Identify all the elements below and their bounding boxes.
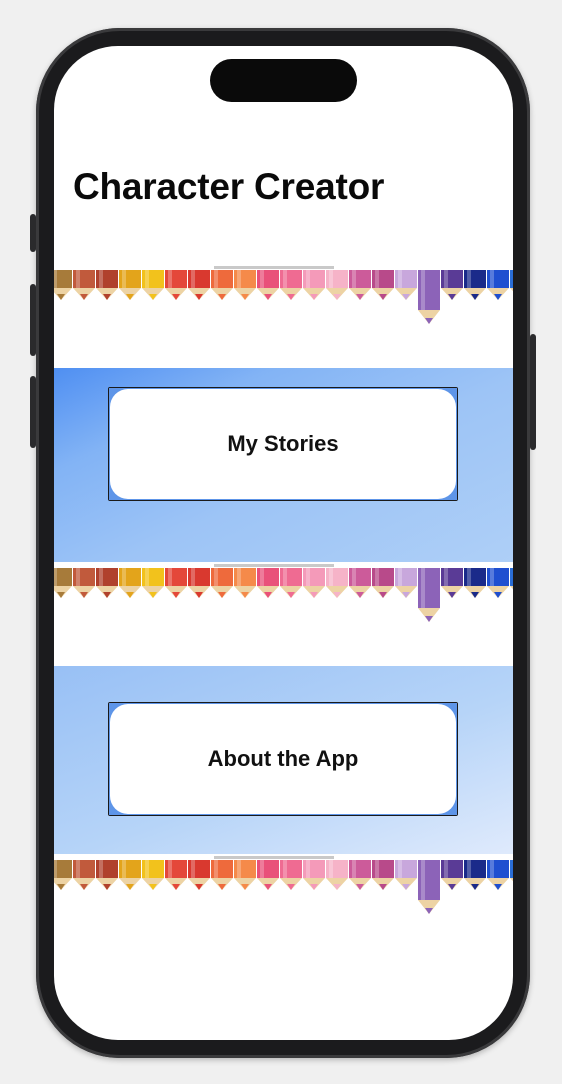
about-app-label: About the App	[207, 746, 359, 771]
pencil	[142, 568, 164, 598]
pencil	[372, 270, 394, 300]
pencil	[487, 860, 509, 890]
pencil	[257, 568, 279, 598]
pencil	[54, 860, 72, 890]
pencil	[188, 860, 210, 890]
about-app-button[interactable]: About the App	[108, 702, 458, 816]
pencil	[326, 270, 348, 300]
watermark-strip	[214, 564, 334, 567]
pencil	[234, 860, 256, 890]
pencil	[418, 860, 440, 914]
action-button	[30, 214, 36, 252]
dynamic-island	[210, 59, 357, 102]
pencil	[510, 860, 513, 882]
pencil	[119, 270, 141, 300]
power-button	[530, 334, 536, 450]
pencil	[441, 568, 463, 598]
volume-up-button	[30, 284, 36, 356]
pencil	[188, 270, 210, 300]
pencil-banner	[54, 856, 513, 934]
pencil	[257, 270, 279, 300]
pencil	[188, 568, 210, 598]
pencil	[280, 270, 302, 300]
pencil	[119, 860, 141, 890]
pencil	[349, 270, 371, 300]
pencil	[510, 270, 513, 292]
pencils-image	[54, 266, 513, 324]
pencil	[54, 270, 72, 300]
pencil	[441, 860, 463, 890]
pencil	[464, 568, 486, 598]
pencil	[395, 568, 417, 598]
pencil	[165, 270, 187, 300]
pencil	[418, 568, 440, 622]
volume-down-button	[30, 376, 36, 448]
pencil	[441, 270, 463, 300]
pencil-banner	[54, 266, 513, 344]
pencil-banner	[54, 564, 513, 642]
pencil	[119, 568, 141, 598]
pencil	[73, 860, 95, 890]
pencil	[257, 860, 279, 890]
pencil	[349, 860, 371, 890]
pencil	[234, 568, 256, 598]
app-screen: Character Creator My Stories About the A…	[54, 46, 513, 1040]
pencil	[54, 568, 72, 598]
pencil	[234, 270, 256, 300]
pencil	[73, 270, 95, 300]
pencil	[395, 860, 417, 890]
pencil	[211, 860, 233, 890]
pencil	[510, 568, 513, 590]
pencil	[142, 270, 164, 300]
pencil	[280, 860, 302, 890]
pencil	[418, 270, 440, 324]
pencil	[303, 860, 325, 890]
my-stories-label: My Stories	[227, 431, 339, 456]
pencil	[395, 270, 417, 300]
about-section: About the App	[54, 666, 513, 854]
pencil	[349, 568, 371, 598]
pencil	[464, 270, 486, 300]
pencil	[142, 860, 164, 890]
pencil	[464, 860, 486, 890]
pencil	[96, 860, 118, 890]
pencils-image	[54, 564, 513, 622]
pencil	[73, 568, 95, 598]
pencil	[487, 568, 509, 598]
pencil	[372, 860, 394, 890]
pencil	[326, 568, 348, 598]
pencil	[211, 270, 233, 300]
page-title: Character Creator	[73, 166, 385, 207]
pencil	[303, 568, 325, 598]
pencils-image	[54, 856, 513, 914]
pencil	[165, 568, 187, 598]
watermark-strip	[214, 266, 334, 269]
watermark-strip	[214, 856, 334, 859]
pencil	[280, 568, 302, 598]
pencil	[165, 860, 187, 890]
my-stories-section: My Stories	[54, 368, 513, 562]
pencil	[372, 568, 394, 598]
pencil	[96, 270, 118, 300]
pencil	[303, 270, 325, 300]
pencil	[211, 568, 233, 598]
pencil	[96, 568, 118, 598]
my-stories-button[interactable]: My Stories	[108, 387, 458, 501]
pencil	[326, 860, 348, 890]
pencil	[487, 270, 509, 300]
